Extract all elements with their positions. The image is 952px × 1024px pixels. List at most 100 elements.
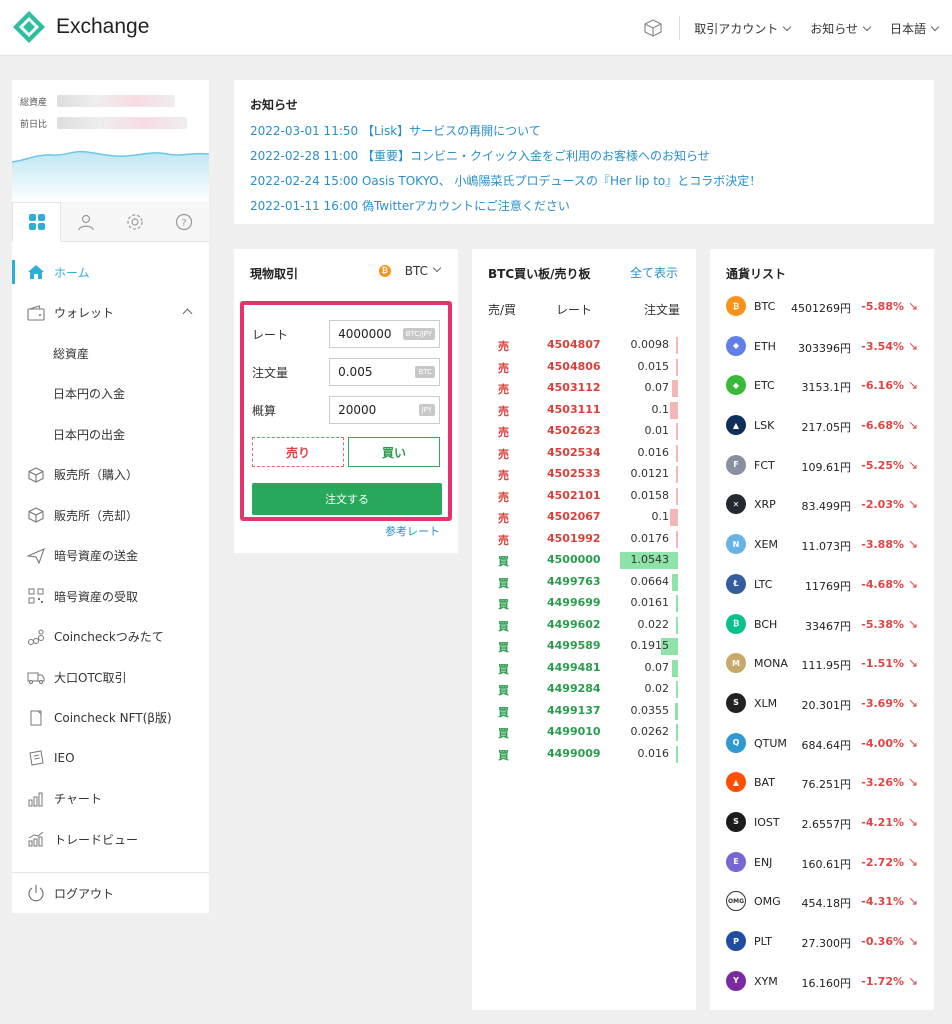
rate-input[interactable]: 4000000 BTC/JPY <box>329 320 440 348</box>
coin-row[interactable]: Q QTUM 684.64円 -4.00% ↘ <box>710 724 934 764</box>
tab-help[interactable]: ? <box>160 202 209 242</box>
order-row[interactable]: 買 4499481 0.07 <box>472 658 696 680</box>
coin-row[interactable]: E ENJ 160.61円 -2.72% ↘ <box>710 843 934 883</box>
coin-symbol: XRP <box>754 498 776 512</box>
order-qty: 0.016 <box>637 746 670 760</box>
estimate-input[interactable]: 20000 JPY <box>329 396 440 424</box>
order-row[interactable]: 買 4499763 0.0664 <box>472 572 696 594</box>
depth-bar <box>670 401 678 419</box>
nav-language[interactable]: 日本語 <box>890 20 940 37</box>
sidebar-item[interactable]: 暗号資産の受取 <box>12 576 209 617</box>
order-row[interactable]: 買 4499010 0.0262 <box>472 722 696 744</box>
sell-button[interactable]: 売り <box>252 437 344 467</box>
order-row[interactable]: 売 4502534 0.016 <box>472 443 696 465</box>
depth-bar <box>676 487 678 505</box>
qr-icon <box>26 587 46 605</box>
sidebar-item[interactable]: 日本円の入金 <box>12 374 209 415</box>
coin-selector[interactable]: ₿ BTC <box>378 263 442 278</box>
sidebar-item[interactable]: 総資産 <box>12 333 209 374</box>
order-row[interactable]: 買 4500000 1.0543 <box>472 550 696 572</box>
news-link[interactable]: 2022-02-24 15:00 Oasis TOKYO、 小嶋陽菜氏プロデュー… <box>250 171 918 196</box>
order-qty: 0.1 <box>651 510 670 523</box>
depth-bar <box>676 745 678 763</box>
order-row[interactable]: 売 4503112 0.07 <box>472 378 696 400</box>
news-title: お知らせ <box>250 98 298 112</box>
order-side: 買 <box>498 748 509 762</box>
coin-row[interactable]: ◆ ETH 303396円 -3.54% ↘ <box>710 327 934 367</box>
coin-price: 11.073円 <box>801 540 852 554</box>
order-row[interactable]: 売 4503111 0.1 <box>472 400 696 422</box>
coin-row[interactable]: S XLM 20.301円 -3.69% ↘ <box>710 684 934 724</box>
logo[interactable]: Exchange <box>12 10 149 44</box>
order-row[interactable]: 買 4499284 0.02 <box>472 679 696 701</box>
order-row[interactable]: 買 4499589 0.1915 <box>472 636 696 658</box>
coin-row[interactable]: ◆ ETC 3153.1円 -6.16% ↘ <box>710 366 934 406</box>
nft-icon <box>26 709 46 727</box>
buy-button[interactable]: 買い <box>348 437 440 467</box>
coin-row[interactable]: ▲ LSK 217.05円 -6.68% ↘ <box>710 406 934 446</box>
coin-row[interactable]: ₿ BTC 4501269円 -5.88% ↘ <box>710 287 934 327</box>
coin-row[interactable]: M MONA 111.95円 -1.51% ↘ <box>710 644 934 684</box>
sidebar-item[interactable]: Coincheck NFT(β版) <box>12 698 209 739</box>
order-row[interactable]: 買 4499699 0.0161 <box>472 593 696 615</box>
sidebar-item[interactable]: ウォレット <box>12 293 209 334</box>
news-link[interactable]: 2022-02-28 11:00 【重要】コンビニ・クイック入金をご利用のお客様… <box>250 146 918 171</box>
order-row[interactable]: 売 4502623 0.01 <box>472 421 696 443</box>
order-row[interactable]: 買 4499137 0.0355 <box>472 701 696 723</box>
coin-symbol: MONA <box>754 657 788 671</box>
amount-input[interactable]: 0.005 BTC <box>329 358 440 386</box>
sidebar-item[interactable]: ホーム <box>12 252 209 293</box>
col-qty: 注文量 <box>643 303 680 317</box>
order-row[interactable]: 売 4502101 0.0158 <box>472 486 696 508</box>
sidebar-item[interactable]: Coincheckつみたて <box>12 617 209 658</box>
tab-dashboard[interactable] <box>12 202 62 242</box>
depth-bar <box>672 573 678 591</box>
order-row[interactable]: 売 4502533 0.0121 <box>472 464 696 486</box>
order-row[interactable]: 売 4504806 0.015 <box>472 357 696 379</box>
coin-symbol: PLT <box>754 935 772 948</box>
coin-rows: ₿ BTC 4501269円 -5.88% ↘ ◆ ETH 303396円 -3.54% ↘ ◆ ET… <box>710 287 934 1001</box>
place-order-button[interactable]: 注文する <box>252 483 442 515</box>
cube-icon[interactable] <box>643 18 663 38</box>
sidebar-item[interactable]: チャート <box>12 779 209 820</box>
reference-rate-link[interactable]: 参考レート <box>385 523 440 539</box>
sidebar-item[interactable]: 販売所（購入） <box>12 455 209 496</box>
coin-change: -4.68% <box>861 577 904 591</box>
order-row[interactable]: 売 4504807 0.0098 <box>472 335 696 357</box>
sidebar-item[interactable]: 日本円の出金 <box>12 414 209 455</box>
order-qty: 0.0176 <box>630 531 670 545</box>
coin-row[interactable]: ✕ XRP 83.499円 -2.03% ↘ <box>710 485 934 525</box>
sidebar-item[interactable]: IEO <box>12 738 209 779</box>
sidebar-item[interactable]: トレードビュー <box>12 819 209 860</box>
order-row[interactable]: 売 4501992 0.0176 <box>472 529 696 551</box>
xrp-coin-icon: ✕ <box>726 494 746 515</box>
coin-change: -3.26% <box>861 776 904 790</box>
coin-row[interactable]: ₿ BCH 33467円 -5.38% ↘ <box>710 605 934 645</box>
coin-row[interactable]: Y XYM 16.160円 -1.72% ↘ <box>710 962 934 1002</box>
news-link[interactable]: 2022-03-01 11:50 【Lisk】サービスの再開について <box>250 121 918 146</box>
coin-row[interactable]: Ł LTC 11769円 -4.68% ↘ <box>710 565 934 605</box>
coin-row[interactable]: S IOST 2.6557円 -4.21% ↘ <box>710 803 934 843</box>
nav-notices[interactable]: お知らせ <box>810 20 872 37</box>
order-rate: 4499010 <box>547 725 601 738</box>
news-link[interactable]: 2022-01-11 16:00 偽Twitterアカウントにご注意ください <box>250 196 918 221</box>
tab-account[interactable] <box>61 202 110 242</box>
logout-button[interactable]: ログアウト <box>12 872 209 913</box>
coin-row[interactable]: OMG OMG 454.18円 -4.31% ↘ <box>710 882 934 922</box>
coin-change: -3.88% <box>861 538 904 552</box>
tab-settings[interactable] <box>111 202 160 242</box>
nav-trading-account[interactable]: 取引アカウント <box>694 20 792 37</box>
sidebar-item[interactable]: 大口OTC取引 <box>12 657 209 698</box>
sidebar-item[interactable]: 販売所（売却） <box>12 495 209 536</box>
order-row[interactable]: 売 4502067 0.1 <box>472 507 696 529</box>
coin-row[interactable]: P PLT 27.300円 -0.36% ↘ <box>710 922 934 962</box>
sidebar-item[interactable]: 暗号資産の送金 <box>12 536 209 577</box>
order-row[interactable]: 買 4499009 0.016 <box>472 744 696 766</box>
order-row[interactable]: 買 4499602 0.022 <box>472 615 696 637</box>
iost-coin-icon: S <box>726 811 746 832</box>
show-all-link[interactable]: 全て表示 <box>630 264 678 281</box>
coin-row[interactable]: F FCT 109.61円 -5.25% ↘ <box>710 446 934 486</box>
total-assets-label: 総資産 <box>20 97 48 108</box>
coin-row[interactable]: N XEM 11.073円 -3.88% ↘ <box>710 525 934 565</box>
coin-row[interactable]: ▲ BAT 76.251円 -3.26% ↘ <box>710 763 934 803</box>
